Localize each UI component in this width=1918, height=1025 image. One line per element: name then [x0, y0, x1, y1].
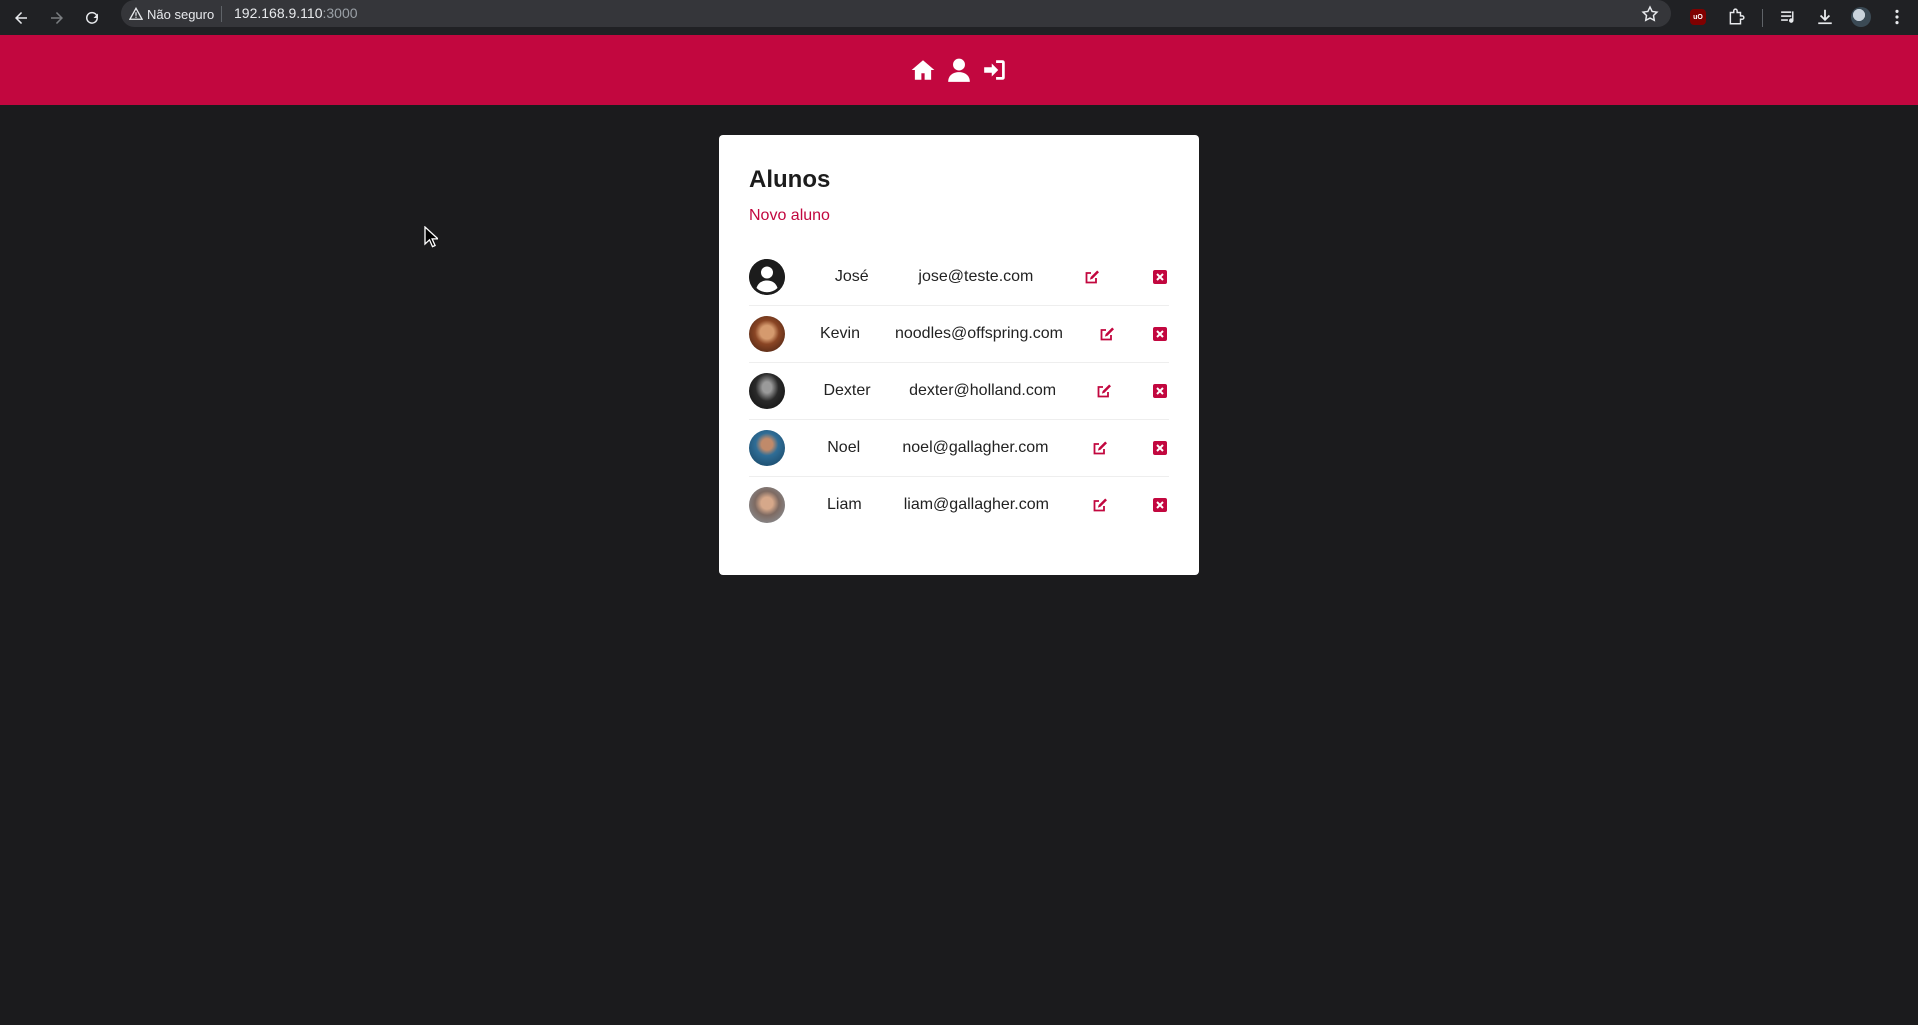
student-name: Kevin: [819, 325, 860, 342]
list-item: Noel noel@gallagher.com: [749, 420, 1169, 477]
url-port: :3000: [322, 5, 358, 21]
student-email: dexter@holland.com: [909, 382, 1057, 399]
photo-avatar: [749, 373, 785, 409]
student-name: Liam: [827, 496, 862, 513]
student-email: noel@gallagher.com: [902, 439, 1049, 456]
students-card: Alunos Novo aluno José jose@teste.com Ke…: [719, 135, 1199, 575]
user-icon[interactable]: [945, 56, 973, 84]
star-icon[interactable]: [1641, 5, 1659, 23]
profile-icon[interactable]: [1849, 5, 1873, 29]
media-icon[interactable]: [1777, 5, 1801, 29]
divider: [221, 6, 222, 22]
student-email: liam@gallagher.com: [903, 496, 1049, 513]
menu-icon[interactable]: [1885, 5, 1909, 29]
students-list: José jose@teste.com Kevin noodles@offspr…: [749, 249, 1169, 533]
list-item: Dexter dexter@holland.com: [749, 363, 1169, 420]
divider: [1762, 9, 1763, 27]
reload-icon[interactable]: [79, 5, 105, 31]
edit-icon[interactable]: [1091, 496, 1109, 514]
list-item: José jose@teste.com: [749, 249, 1169, 306]
photo-avatar: [749, 430, 785, 466]
new-student-link[interactable]: Novo aluno: [749, 207, 830, 225]
forward-icon[interactable]: [44, 5, 70, 31]
download-icon[interactable]: [1813, 5, 1837, 29]
list-item: Liam liam@gallagher.com: [749, 477, 1169, 533]
student-name: Noel: [827, 439, 861, 456]
edit-icon[interactable]: [1091, 439, 1109, 457]
photo-avatar: [749, 316, 785, 352]
list-item: Kevin noodles@offspring.com: [749, 306, 1169, 363]
delete-icon[interactable]: [1151, 496, 1169, 514]
url-host: 192.168.9.110: [234, 5, 323, 21]
url-text: 192.168.9.110:3000: [234, 5, 358, 21]
browser-toolbar: Não seguro 192.168.9.110:3000 uO: [0, 0, 1918, 35]
warning-icon: [129, 7, 143, 20]
security-label: Não seguro: [147, 6, 215, 22]
home-icon[interactable]: [909, 56, 937, 84]
edit-icon[interactable]: [1098, 325, 1116, 343]
student-email: jose@teste.com: [918, 268, 1034, 285]
student-name: Dexter: [823, 382, 871, 399]
security-indicator[interactable]: Não seguro: [129, 5, 214, 23]
app-header: [0, 35, 1918, 105]
login-icon[interactable]: [981, 56, 1009, 84]
page-title: Alunos: [749, 166, 831, 193]
edit-icon[interactable]: [1095, 382, 1113, 400]
default-user-avatar: [749, 259, 785, 295]
delete-icon[interactable]: [1151, 439, 1169, 457]
student-email: noodles@offspring.com: [894, 325, 1064, 342]
ublock-icon[interactable]: uO: [1686, 5, 1710, 29]
delete-icon[interactable]: [1151, 325, 1169, 343]
back-icon[interactable]: [8, 5, 34, 31]
extensions-icon[interactable]: [1724, 5, 1748, 29]
photo-avatar: [749, 487, 785, 523]
student-name: José: [834, 268, 869, 285]
address-bar[interactable]: Não seguro 192.168.9.110:3000: [121, 0, 1671, 27]
edit-icon[interactable]: [1083, 268, 1101, 286]
delete-icon[interactable]: [1151, 382, 1169, 400]
mouse-cursor-icon: [424, 226, 438, 248]
delete-icon[interactable]: [1151, 268, 1169, 286]
